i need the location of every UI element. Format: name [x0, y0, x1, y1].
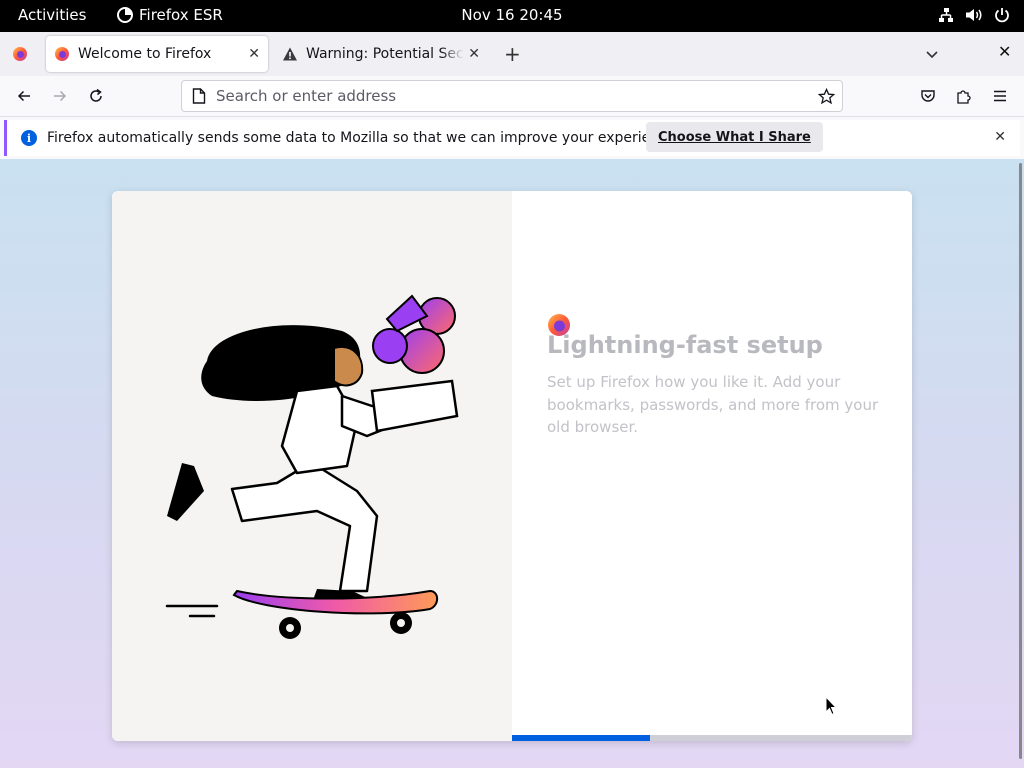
- progress-fill: [512, 735, 650, 741]
- scrollbar[interactable]: [1019, 163, 1022, 759]
- tab-label: Warning: Potential Security Risk Ahead: [306, 46, 464, 62]
- app-name: Firefox ESR: [139, 6, 223, 24]
- address-bar[interactable]: [181, 80, 843, 112]
- window-close-icon[interactable]: ✕: [998, 42, 1011, 61]
- extensions-button[interactable]: [954, 86, 974, 106]
- telemetry-notification: i Firefox automatically sends some data …: [0, 117, 1024, 159]
- onboarding-title: Lightning-fast setup: [547, 331, 823, 359]
- back-button[interactable]: [14, 86, 34, 106]
- menu-button[interactable]: [990, 86, 1010, 106]
- network-icon: [939, 8, 953, 22]
- onboarding-description: Set up Firefox how you like it. Add your…: [547, 373, 879, 436]
- tab-warning[interactable]: Warning: Potential Security Risk Ahead ✕: [274, 36, 488, 72]
- system-tray[interactable]: [938, 7, 1010, 23]
- warning-icon: [283, 47, 297, 61]
- nav-bar: [0, 76, 1024, 117]
- illustration-panel: [112, 191, 512, 741]
- reload-icon: [90, 88, 102, 102]
- tab-strip: Welcome to Firefox ✕ Warning: Potential …: [0, 32, 1024, 76]
- gnome-top-bar: Activities Firefox ESR Nov 16 20:45: [0, 0, 1024, 32]
- new-tab-button[interactable]: +: [504, 44, 521, 64]
- skateboarder-illustration: [165, 294, 459, 639]
- extensions-puzzle-icon: [957, 90, 971, 104]
- firefox-esr-icon: [117, 7, 133, 23]
- tab-label: Welcome to Firefox: [78, 46, 212, 62]
- choose-what-i-share-button[interactable]: Choose What I Share: [646, 122, 823, 152]
- forward-arrow-icon: [54, 90, 67, 102]
- bookmark-star-icon[interactable]: [818, 88, 835, 105]
- pocket-icon: [921, 90, 935, 102]
- mouse-cursor-icon: [825, 696, 837, 716]
- choose-button-label: Choose What I Share: [658, 129, 811, 145]
- onboarding-text-panel: Lightning-fast setup Set up Firefox how …: [512, 191, 912, 741]
- hamburger-menu-icon: [994, 90, 1006, 102]
- firefox-icon: [55, 47, 69, 61]
- firefox-icon: [13, 47, 27, 61]
- volume-icon: [966, 9, 982, 21]
- reload-button[interactable]: [86, 86, 106, 106]
- onboarding-progress-bar: [512, 735, 912, 741]
- onboarding-card: Lightning-fast setup Set up Firefox how …: [112, 191, 912, 741]
- tab-welcome[interactable]: Welcome to Firefox ✕: [46, 36, 268, 72]
- notification-message: Firefox automatically sends some data to…: [47, 130, 680, 146]
- page-content: Lightning-fast setup Set up Firefox how …: [0, 159, 1024, 768]
- activities-button[interactable]: Activities: [18, 6, 86, 24]
- app-menu[interactable]: Firefox ESR: [117, 6, 223, 24]
- chevron-down-icon[interactable]: [924, 46, 940, 62]
- power-icon: [995, 8, 1009, 23]
- back-arrow-icon: [17, 90, 30, 102]
- forward-button[interactable]: [50, 86, 70, 106]
- close-notification-icon[interactable]: ✕: [994, 129, 1006, 145]
- info-icon: i: [21, 130, 37, 146]
- page-icon: [192, 88, 206, 104]
- pinned-tab-firefox[interactable]: [8, 38, 32, 70]
- clock[interactable]: Nov 16 20:45: [461, 6, 562, 24]
- pocket-button[interactable]: [918, 86, 938, 106]
- address-input[interactable]: [216, 87, 796, 105]
- close-tab-icon[interactable]: ✕: [468, 46, 480, 62]
- close-tab-icon[interactable]: ✕: [248, 46, 260, 62]
